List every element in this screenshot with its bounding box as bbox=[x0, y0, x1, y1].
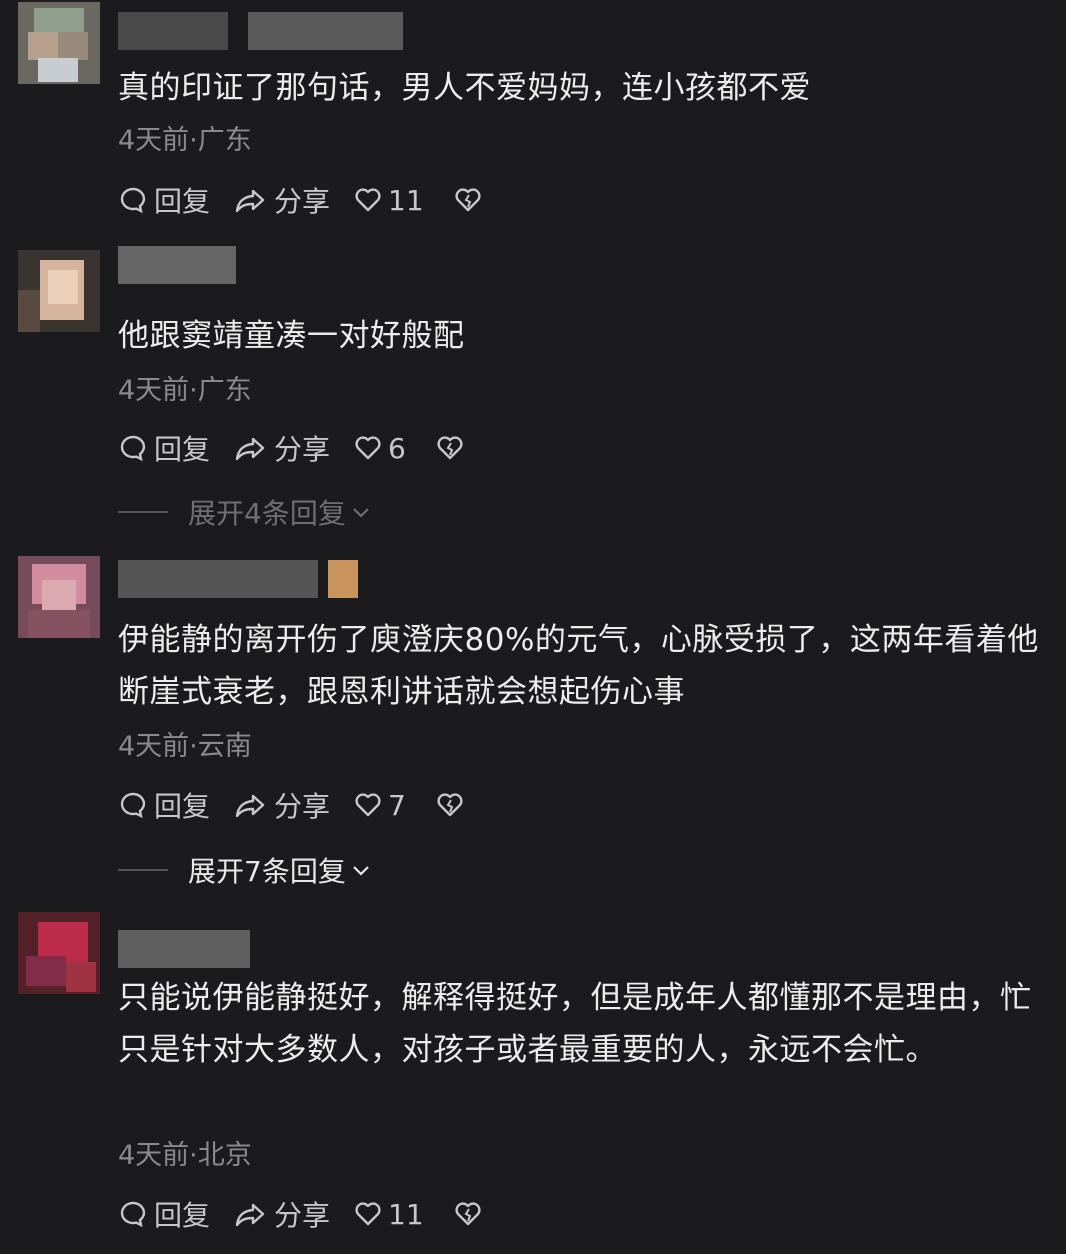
comment-text: 只能说伊能静挺好，解释得挺好，但是成年人都懂那不是理由，忙只是针对大多数人，对孩… bbox=[118, 980, 1032, 1068]
speech-bubble-icon bbox=[120, 435, 146, 462]
dislike-button[interactable] bbox=[454, 1200, 488, 1228]
like-count: 6 bbox=[388, 431, 406, 465]
comment-text: 他跟窦靖童凑一对好般配 bbox=[118, 318, 465, 354]
comment-actions: 回复 分享 6 bbox=[118, 428, 494, 468]
share-label: 分享 bbox=[274, 790, 331, 823]
expand-replies-button[interactable]: 展开4条回复 bbox=[118, 492, 372, 532]
avatar[interactable] bbox=[18, 556, 100, 638]
username-blurred[interactable] bbox=[118, 560, 358, 598]
like-button[interactable]: 7 bbox=[354, 789, 406, 822]
comment-text: 伊能静的离开伤了庾澄庆80%的元气，心脉受损了，这两年看着他断崖式衰老，跟恩利讲… bbox=[118, 622, 1039, 710]
username-blurred[interactable] bbox=[118, 12, 403, 50]
comment-actions: 回复 分享 11 bbox=[118, 1194, 512, 1234]
like-count: 11 bbox=[388, 183, 424, 217]
speech-bubble-icon bbox=[120, 1201, 146, 1228]
share-button[interactable]: 分享 bbox=[234, 1194, 330, 1234]
share-label: 分享 bbox=[274, 1199, 331, 1232]
like-button[interactable]: 11 bbox=[354, 184, 424, 217]
share-arrow-icon bbox=[235, 794, 265, 818]
comment-actions: 回复 分享 11 bbox=[118, 180, 512, 220]
like-count: 11 bbox=[388, 1197, 424, 1231]
like-button[interactable]: 11 bbox=[354, 1198, 424, 1231]
chevron-down-icon bbox=[353, 508, 369, 518]
heart-icon bbox=[355, 436, 381, 460]
reply-label: 回复 bbox=[154, 790, 211, 823]
share-arrow-icon bbox=[235, 1203, 265, 1227]
reply-button[interactable]: 回复 bbox=[118, 785, 210, 825]
expand-replies-label: 展开7条回复 bbox=[188, 855, 346, 888]
heart-icon bbox=[355, 1202, 381, 1226]
chevron-down-icon bbox=[353, 866, 369, 876]
broken-heart-icon bbox=[455, 188, 481, 212]
expand-replies-label: 展开4条回复 bbox=[188, 497, 346, 530]
username-blurred[interactable] bbox=[118, 246, 236, 284]
broken-heart-icon bbox=[455, 1202, 481, 1226]
comment-actions: 回复 分享 7 bbox=[118, 785, 494, 825]
share-button[interactable]: 分享 bbox=[234, 180, 330, 220]
comment-text: 真的印证了那句话，男人不爱妈妈，连小孩都不爱 bbox=[118, 70, 811, 106]
share-arrow-icon bbox=[235, 437, 265, 461]
divider bbox=[118, 511, 168, 513]
reply-button[interactable]: 回复 bbox=[118, 180, 210, 220]
like-button[interactable]: 6 bbox=[354, 432, 406, 465]
comment-meta: 4天前·广东 bbox=[118, 125, 252, 156]
broken-heart-icon bbox=[437, 793, 463, 817]
share-label: 分享 bbox=[274, 433, 331, 466]
dislike-button[interactable] bbox=[436, 434, 470, 462]
reply-button[interactable]: 回复 bbox=[118, 428, 210, 468]
divider bbox=[118, 869, 168, 871]
reply-label: 回复 bbox=[154, 433, 211, 466]
comment-meta: 4天前·云南 bbox=[118, 731, 252, 762]
share-button[interactable]: 分享 bbox=[234, 428, 330, 468]
avatar[interactable] bbox=[18, 250, 100, 332]
speech-bubble-icon bbox=[120, 792, 146, 819]
heart-icon bbox=[355, 188, 381, 212]
avatar[interactable] bbox=[18, 2, 100, 84]
share-label: 分享 bbox=[274, 185, 331, 218]
username-blurred[interactable] bbox=[118, 930, 250, 968]
expand-replies-button[interactable]: 展开7条回复 bbox=[118, 850, 372, 890]
avatar[interactable] bbox=[18, 912, 100, 994]
heart-icon bbox=[355, 793, 381, 817]
reply-label: 回复 bbox=[154, 1199, 211, 1232]
like-count: 7 bbox=[388, 788, 406, 822]
share-button[interactable]: 分享 bbox=[234, 785, 330, 825]
broken-heart-icon bbox=[437, 436, 463, 460]
comment-meta: 4天前·广东 bbox=[118, 375, 252, 406]
speech-bubble-icon bbox=[120, 187, 146, 214]
dislike-button[interactable] bbox=[436, 791, 470, 819]
comment-meta: 4天前·北京 bbox=[118, 1140, 252, 1171]
dislike-button[interactable] bbox=[454, 186, 488, 214]
reply-button[interactable]: 回复 bbox=[118, 1194, 210, 1234]
reply-label: 回复 bbox=[154, 185, 211, 218]
share-arrow-icon bbox=[235, 189, 265, 213]
